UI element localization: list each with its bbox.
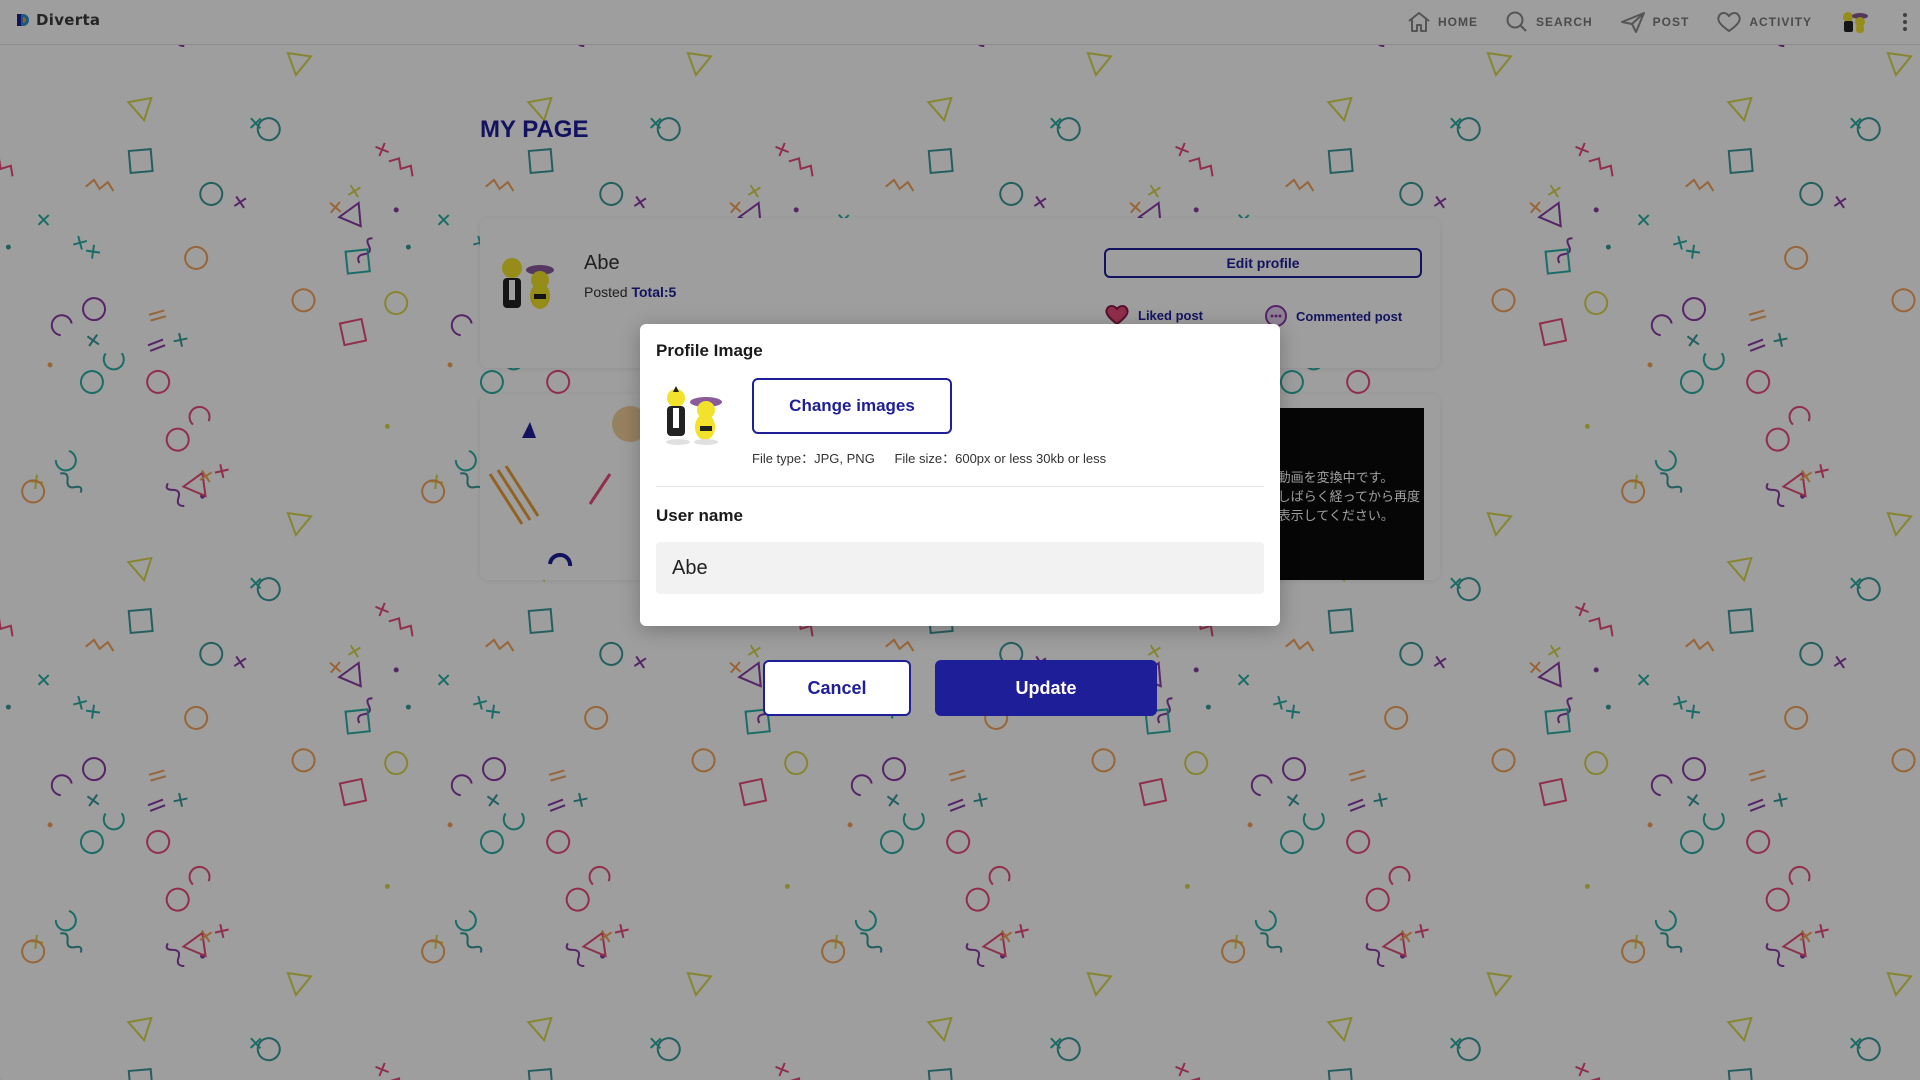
profile-image-preview — [666, 386, 722, 445]
file-type-text: File type：JPG, PNG — [752, 451, 875, 466]
username-input[interactable] — [656, 542, 1264, 594]
username-label: User name — [656, 506, 743, 525]
edit-profile-modal: Profile Image Change images File type：JP… — [640, 324, 1280, 626]
profile-image-title: Profile Image — [656, 341, 763, 360]
file-requirements: File type：JPG, PNG File size：600px or le… — [752, 448, 1106, 467]
cancel-button[interactable]: Cancel — [763, 660, 911, 716]
update-button[interactable]: Update — [935, 660, 1157, 716]
change-images-button[interactable]: Change images — [752, 378, 952, 434]
modal-divider — [656, 486, 1264, 487]
file-size-text: File size：600px or less 30kb or less — [894, 451, 1107, 466]
